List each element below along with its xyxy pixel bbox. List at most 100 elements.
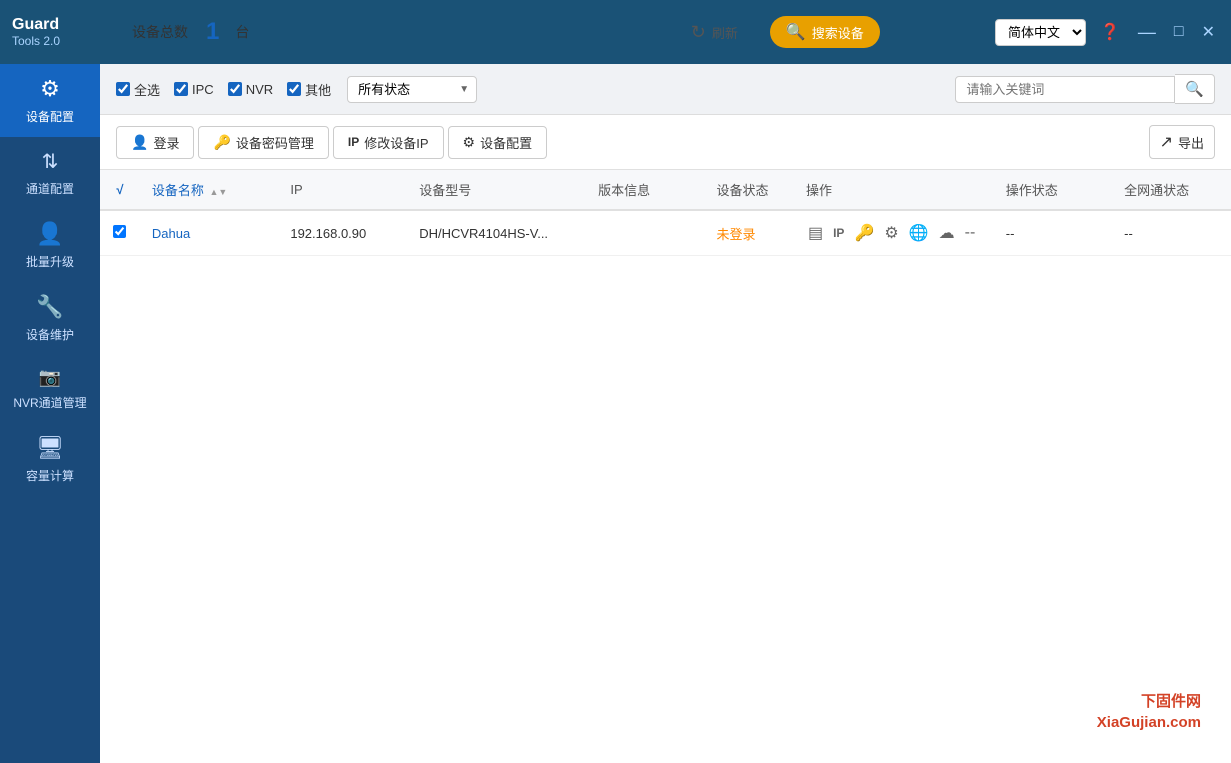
key-op-icon[interactable]: 🔑 [852, 221, 876, 245]
close-button[interactable]: ✕ [1198, 18, 1219, 46]
sidebar-label-channel-config: 通道配置 [26, 180, 74, 197]
sidebar-item-device-config[interactable]: ⚙ 设备配置 [0, 64, 100, 137]
device-config-label: 设备配置 [480, 133, 532, 152]
checkbox-select-all[interactable]: 全选 [116, 80, 160, 99]
password-mgr-button[interactable]: 🔑 设备密码管理 [198, 126, 328, 159]
refresh-button[interactable]: ↻ 刷新 [679, 16, 750, 49]
table-header-row: √ 设备名称 ▲▼ IP 设备型号 [100, 170, 1231, 210]
row-model: DH/HCVR4104HS-V... [407, 210, 586, 256]
sort-arrow-name: ▲▼ [210, 187, 228, 197]
browser-op-icon[interactable]: 🌐 [907, 221, 931, 245]
col-version-label: 版本信息 [598, 183, 650, 198]
select-all-label: 全选 [134, 80, 160, 99]
login-icon: 👤 [131, 134, 148, 151]
close-icon: ✕ [1202, 24, 1215, 41]
content-area: 全选 IPC NVR 其他 [100, 64, 1231, 763]
search-device-icon: 🔍 [786, 22, 806, 42]
row-network-status: -- [1112, 210, 1231, 256]
search-device-button[interactable]: 🔍 搜索设备 [770, 16, 880, 48]
checkbox-other[interactable]: 其他 [287, 80, 331, 99]
help-icon: ❓ [1100, 24, 1120, 41]
gear-icon: ⚙ [40, 76, 60, 102]
search-wrapper: 🔍 [955, 74, 1215, 104]
nvr-icon: 📷 [39, 367, 61, 388]
cloud-op-icon[interactable]: ☁ [937, 221, 957, 245]
col-name-label: 设备名称 [152, 183, 204, 198]
checkbox-ipc[interactable]: IPC [174, 82, 214, 97]
device-detail-icon[interactable]: ▤ [806, 221, 825, 245]
sidebar-label-batch-upgrade: 批量升级 [26, 253, 74, 270]
export-button[interactable]: ↗ 导出 [1149, 125, 1215, 159]
table-row: Dahua 192.168.0.90 DH/HCVR4104HS-V... 未登… [100, 210, 1231, 256]
sidebar-item-channel-config[interactable]: ⇅ 通道配置 [0, 137, 100, 209]
other-label: 其他 [305, 80, 331, 99]
select-all-checkbox[interactable] [116, 82, 130, 96]
status-selector[interactable]: 所有状态 已登录 未登录 [347, 76, 477, 103]
device-count-unit: 台 [235, 22, 249, 42]
col-name-header[interactable]: 设备名称 ▲▼ [140, 170, 278, 210]
modify-ip-button[interactable]: IP 修改设备IP [333, 126, 444, 159]
login-button[interactable]: 👤 登录 [116, 126, 194, 159]
app-logo: Guard Tools 2.0 [12, 16, 102, 48]
device-table: √ 设备名称 ▲▼ IP 设备型号 [100, 170, 1231, 256]
col-status-header[interactable]: 设备状态 [705, 170, 794, 210]
status-select-wrapper: 所有状态 已登录 未登录 [347, 76, 477, 103]
capacity-icon: 🖥 [36, 435, 64, 461]
checkbox-group: 全选 IPC NVR 其他 [116, 80, 331, 99]
col-actions-label: 操作 [806, 183, 832, 198]
refresh-label: 刷新 [712, 23, 738, 42]
sidebar-item-device-maintain[interactable]: 🔧 设备维护 [0, 282, 100, 355]
login-label: 登录 [153, 133, 179, 152]
ip-op-icon[interactable]: IP [831, 224, 846, 242]
device-count-label: 设备总数 [132, 22, 188, 42]
app-title-line1: Guard [12, 16, 59, 34]
checkbox-nvr[interactable]: NVR [228, 82, 273, 97]
other-checkbox[interactable] [287, 82, 301, 96]
main-area: ⚙ 设备配置 ⇅ 通道配置 👤 批量升级 🔧 设备维护 📷 NVR通道管理 🖥 [0, 64, 1231, 763]
row-checkbox-cell[interactable] [100, 210, 140, 256]
settings-op-icon[interactable]: ⚙ [882, 221, 900, 245]
export-label: 导出 [1178, 133, 1204, 152]
col-ip-label: IP [290, 182, 302, 197]
sidebar-label-device-config: 设备配置 [26, 108, 74, 125]
row-op-status: -- [994, 210, 1112, 256]
sidebar: ⚙ 设备配置 ⇅ 通道配置 👤 批量升级 🔧 设备维护 📷 NVR通道管理 🖥 [0, 64, 100, 763]
sidebar-label-capacity-calc: 容量计算 [26, 467, 74, 484]
ipc-checkbox[interactable] [174, 82, 188, 96]
action-bar: 👤 登录 🔑 设备密码管理 IP 修改设备IP ⚙ 设备配置 ↗ 导出 [100, 115, 1231, 170]
row-dash1: -- [963, 222, 978, 244]
col-version-header[interactable]: 版本信息 [586, 170, 704, 210]
col-status-label: 设备状态 [717, 183, 769, 198]
nvr-label: NVR [246, 82, 273, 97]
row-device-name[interactable]: Dahua [140, 210, 278, 256]
device-count-number: 1 [206, 18, 219, 46]
language-selector[interactable]: 简体中文 [995, 19, 1086, 46]
sidebar-item-capacity-calc[interactable]: 🖥 容量计算 [0, 423, 100, 496]
col-model-header[interactable]: 设备型号 [407, 170, 586, 210]
search-icon: 🔍 [1185, 81, 1204, 98]
row-actions-cell: ▤ IP 🔑 ⚙ 🌐 ☁ -- [794, 210, 994, 256]
wrench-icon: 🔧 [36, 294, 63, 320]
check-tick: √ [116, 182, 123, 197]
sidebar-label-nvr-mgr: NVR通道管理 [13, 394, 86, 411]
help-button[interactable]: ❓ [1096, 18, 1124, 46]
col-ip-header[interactable]: IP [278, 170, 407, 210]
upgrade-icon: 👤 [36, 221, 63, 247]
search-button[interactable]: 🔍 [1175, 74, 1215, 104]
row-checkbox[interactable] [113, 225, 126, 238]
search-device-label: 搜索设备 [812, 23, 864, 42]
col-check-header: √ [100, 170, 140, 210]
maximize-button[interactable]: □ [1170, 19, 1188, 45]
minimize-icon: — [1138, 22, 1156, 42]
maximize-icon: □ [1174, 23, 1184, 40]
nvr-checkbox[interactable] [228, 82, 242, 96]
sidebar-item-nvr-mgr[interactable]: 📷 NVR通道管理 [0, 355, 100, 423]
password-mgr-label: 设备密码管理 [236, 133, 314, 152]
device-config-button[interactable]: ⚙ 设备配置 [448, 126, 548, 159]
sidebar-item-batch-upgrade[interactable]: 👤 批量升级 [0, 209, 100, 282]
minimize-button[interactable]: — [1134, 18, 1160, 47]
modify-ip-label: 修改设备IP [364, 133, 428, 152]
app-title-line2: Tools 2.0 [12, 34, 60, 48]
title-bar: Guard Tools 2.0 设备总数 1 台 ↻ 刷新 🔍 搜索设备 简体中… [0, 0, 1231, 64]
search-input[interactable] [955, 76, 1175, 103]
